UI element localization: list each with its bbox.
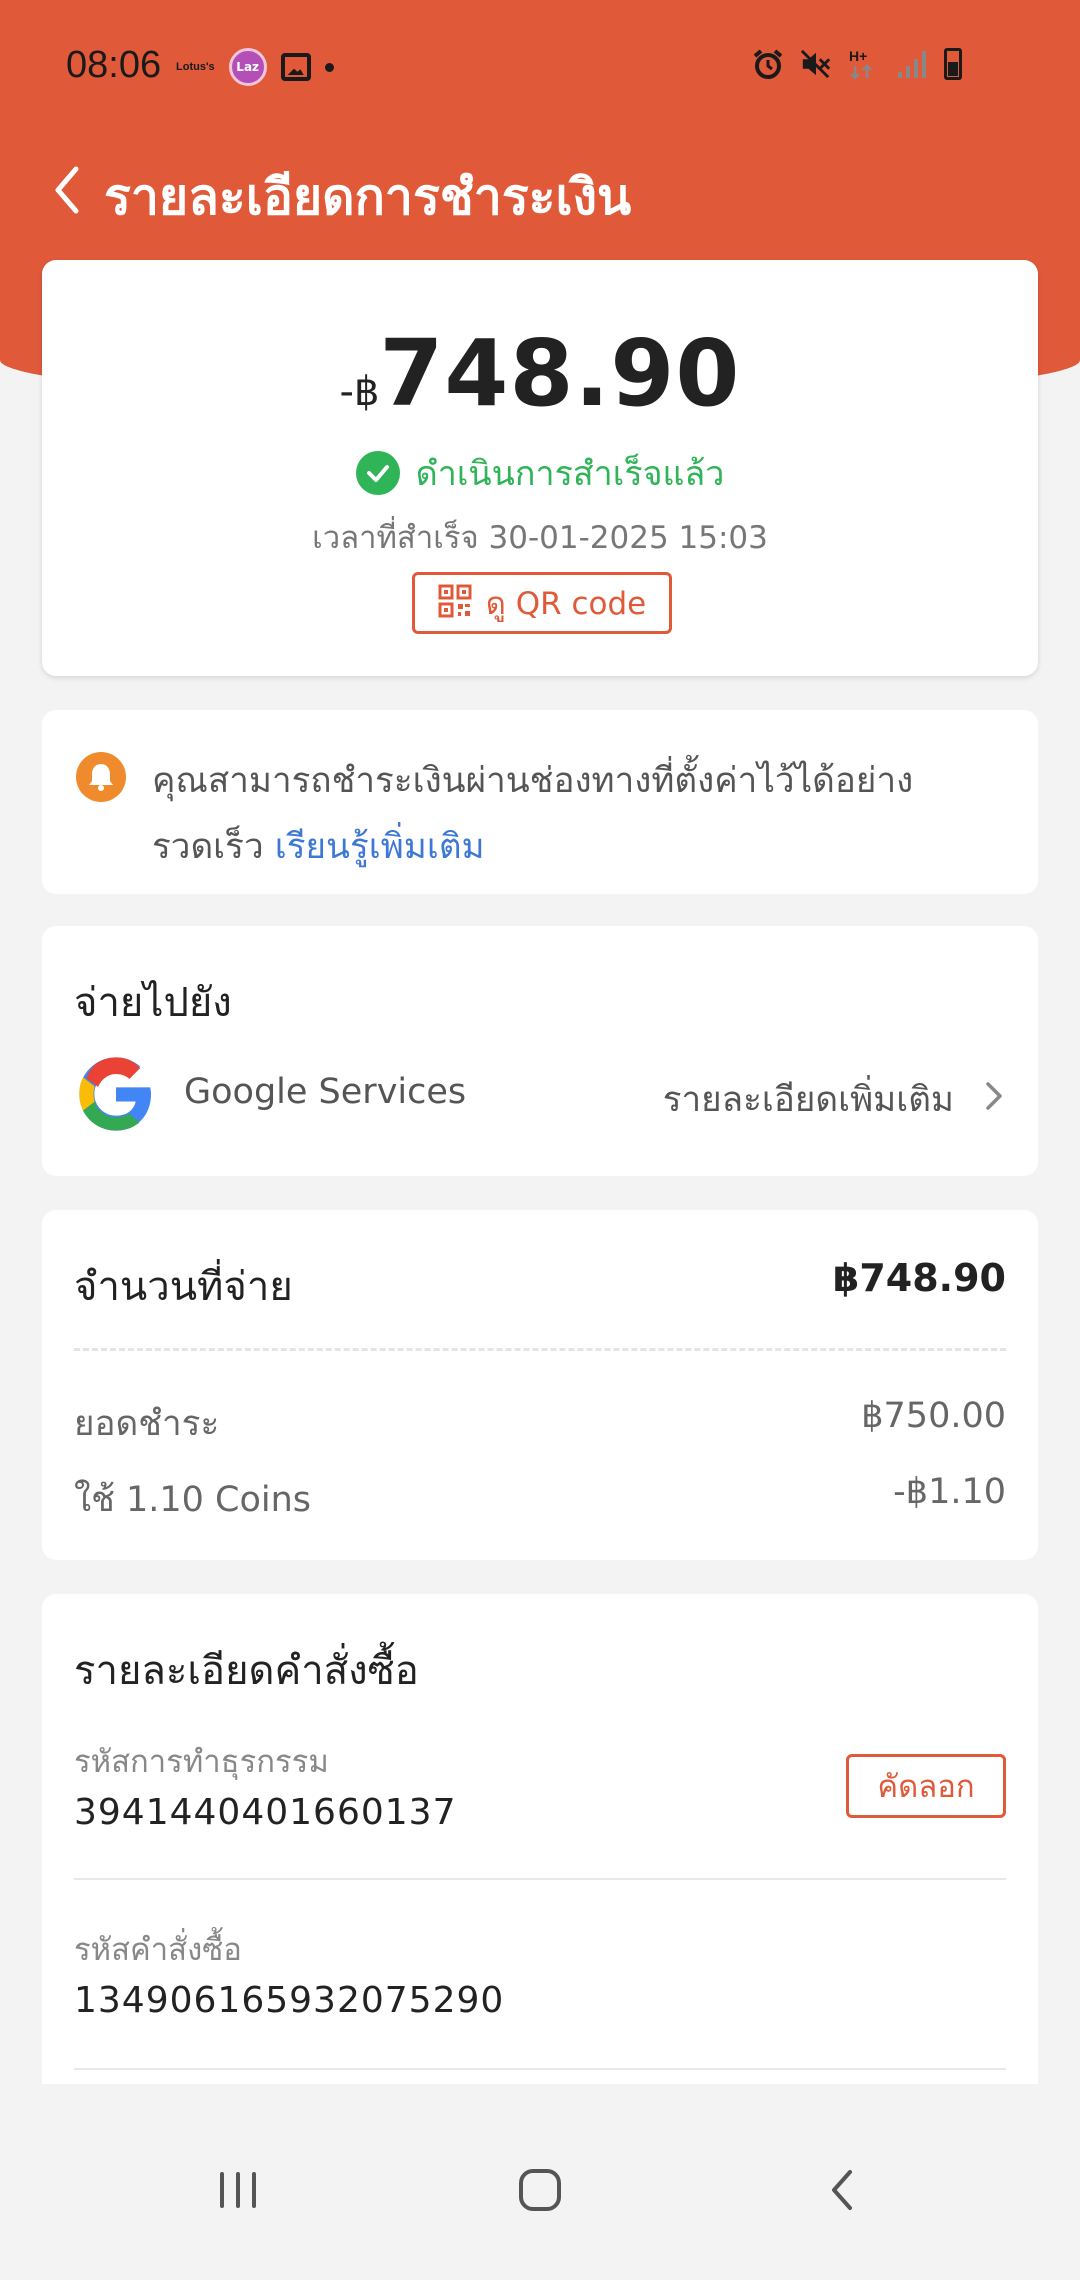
home-button[interactable] (500, 2150, 580, 2230)
qr-code-icon (438, 584, 472, 622)
pay-to-title: จ่ายไปยัง (74, 980, 232, 1026)
payment-amount: -฿ 748.90 (42, 320, 1038, 427)
mute-icon (800, 48, 832, 80)
order-id-value: 134906165932075290 (74, 1980, 505, 2021)
amount-value: 748.90 (379, 320, 741, 427)
success-status: ดำเนินการสำเร็จแล้ว (42, 446, 1038, 500)
notice-message: คุณสามารถชำระเงินผ่านช่องทางที่ตั้งค่าไว… (152, 761, 914, 867)
signal-icon (896, 48, 928, 80)
bell-icon (76, 752, 126, 802)
order-detail-card: รายละเอียดคำสั่งซื้อ รหัสการทำธุรกรรม 39… (42, 1594, 1038, 2084)
system-nav-bar (0, 2084, 1080, 2280)
merchant-name: Google Services (184, 1072, 467, 1112)
paid-amount-label: จำนวนที่จ่าย (74, 1264, 293, 1310)
check-circle-icon (355, 451, 400, 495)
gallery-icon (280, 53, 311, 81)
completion-time: เวลาที่สำเร็จ 30-01-2025 15:03 (312, 520, 768, 556)
page-title: รายละเอียดการชำระเงิน (104, 168, 632, 226)
svg-text:H+: H+ (849, 48, 867, 64)
nav-back-button[interactable] (802, 2150, 882, 2230)
status-bar: 08:06 Lotus's Laz H+ (0, 0, 1080, 135)
qr-button-label: ดู QR code (485, 586, 647, 622)
transaction-id-value: 3941440401660137 (74, 1792, 457, 1833)
paid-amount-value: ฿748.90 (832, 1256, 1006, 1300)
more-details-link[interactable]: รายละเอียดเพิ่มเติม (663, 1072, 954, 1127)
subtotal-label: ยอดชำระ (74, 1404, 220, 1444)
notice-text: คุณสามารถชำระเงินผ่านช่องทางที่ตั้งค่าไว… (152, 748, 992, 880)
dashed-divider (74, 1348, 1006, 1351)
coins-value: -฿1.10 (893, 1472, 1006, 1512)
amount-detail-card: จำนวนที่จ่าย ฿748.90 ยอดชำระ ฿750.00 ใช้… (42, 1210, 1038, 1560)
lotus-icon: Lotus's (176, 61, 215, 73)
chevron-right-icon[interactable] (982, 1076, 1006, 1116)
home-icon (519, 2169, 561, 2211)
view-qr-code-button[interactable]: ดู QR code (412, 572, 672, 634)
copy-button-label: คัดลอก (877, 1769, 975, 1805)
chevron-left-icon (55, 166, 79, 214)
amount-prefix: -฿ (339, 369, 380, 415)
app-header: รายละเอียดการชำระเงิน (0, 140, 1080, 240)
status-text: ดำเนินการสำเร็จแล้ว (415, 454, 725, 494)
subtotal-value: ฿750.00 (861, 1396, 1006, 1436)
divider (74, 2068, 1006, 2070)
order-detail-title: รายละเอียดคำสั่งซื้อ (74, 1648, 419, 1694)
status-time: 08:06 (66, 44, 162, 86)
back-button[interactable] (46, 162, 86, 218)
recent-apps-button[interactable] (198, 2150, 278, 2230)
divider (74, 1878, 1006, 1880)
pay-to-card: จ่ายไปยัง Google Services รายละเอียดเพิ่… (42, 926, 1038, 1176)
laz-app-icon: Laz (228, 48, 267, 86)
dot-icon (324, 62, 334, 72)
transaction-id-label: รหัสการทำธุรกรรม (74, 1744, 329, 1780)
network-hplus-icon: H+ (848, 48, 880, 80)
notice-card: คุณสามารถชำระเงินผ่านช่องทางที่ตั้งค่าไว… (42, 710, 1038, 894)
battery-icon (944, 48, 962, 80)
coins-label: ใช้ 1.10 Coins (74, 1480, 312, 1520)
payment-summary-card: -฿ 748.90 ดำเนินการสำเร็จแล้ว เวลาที่สำเ… (42, 260, 1038, 676)
recent-apps-icon (220, 2172, 256, 2208)
alarm-icon (752, 48, 784, 80)
learn-more-link[interactable]: เรียนรู้เพิ่มเติม (275, 827, 485, 867)
google-logo-icon (79, 1057, 151, 1131)
copy-button[interactable]: คัดลอก (846, 1754, 1006, 1818)
back-icon (832, 2170, 852, 2210)
order-id-label: รหัสคำสั่งซื้อ (74, 1932, 242, 1968)
